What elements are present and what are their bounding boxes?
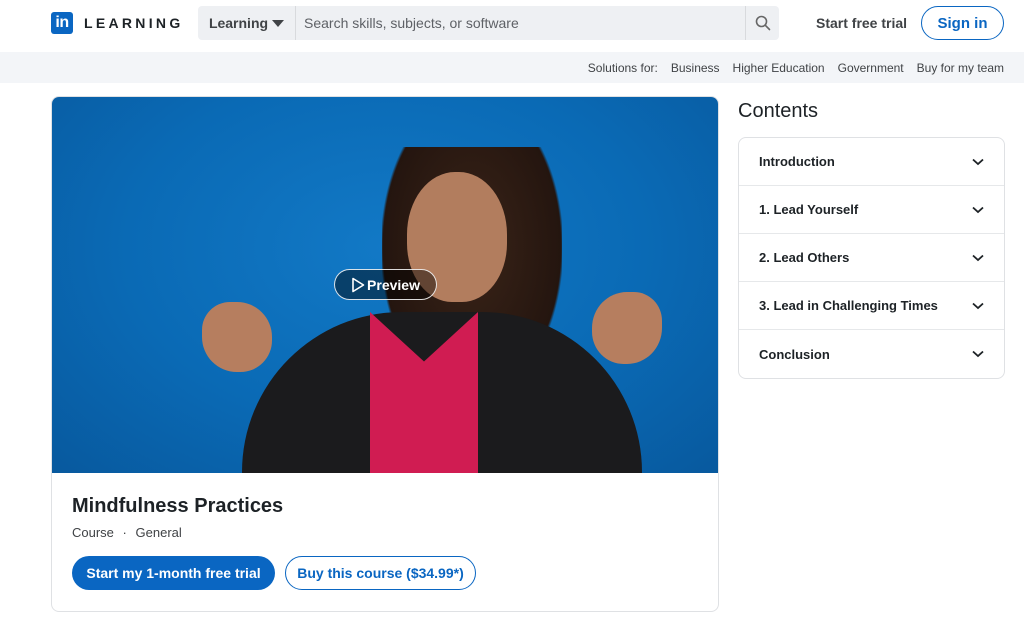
sign-in-button[interactable]: Sign in <box>921 6 1004 40</box>
instructor-left-hand <box>202 302 272 372</box>
toc-item-lead-in-challenging-times[interactable]: 3. Lead in Challenging Times <box>739 282 1004 330</box>
search-scope-label: Learning <box>208 15 269 31</box>
toc-item-introduction[interactable]: Introduction <box>739 138 1004 186</box>
logo-text: LEARNING <box>84 15 184 31</box>
solutions-link-business[interactable]: Business <box>671 61 720 75</box>
course-category: General <box>135 525 182 540</box>
start-free-trial-button[interactable]: Start my 1-month free trial <box>72 556 275 590</box>
start-free-trial-link[interactable]: Start free trial <box>816 15 907 31</box>
search-icon <box>755 15 770 31</box>
solutions-link-government[interactable]: Government <box>838 61 904 75</box>
course-type: Course <box>72 525 114 540</box>
chevron-down-icon <box>972 158 984 165</box>
linkedin-learning-logo[interactable]: in LEARNING <box>51 12 184 34</box>
course-meta: Course · General <box>72 525 698 540</box>
solutions-link-higher-education[interactable]: Higher Education <box>733 61 825 75</box>
toc-item-lead-others[interactable]: 2. Lead Others <box>739 234 1004 282</box>
instructor-right-hand <box>592 292 662 364</box>
toc-item-label: 2. Lead Others <box>759 250 850 265</box>
contents-list: Introduction 1. Lead Yourself 2. Lead Ot… <box>738 137 1005 379</box>
chevron-down-icon <box>972 254 984 261</box>
contents-heading: Contents <box>738 100 819 122</box>
linkedin-logo-icon: in <box>51 12 73 34</box>
course-info: Mindfulness Practices Course · General S… <box>52 473 718 611</box>
meta-separator: · <box>122 525 127 540</box>
course-card: Preview Mindfulness Practices Course · G… <box>51 96 719 612</box>
solutions-link-buy-for-team[interactable]: Buy for my team <box>917 61 1004 75</box>
solutions-bar: Solutions for: Business Higher Education… <box>0 52 1024 83</box>
toc-item-conclusion[interactable]: Conclusion <box>739 330 1004 378</box>
toc-item-label: 3. Lead in Challenging Times <box>759 298 938 313</box>
chevron-down-icon <box>972 206 984 213</box>
course-actions: Start my 1-month free trial Buy this cou… <box>72 556 698 590</box>
solutions-nav: Solutions for: Business Higher Education… <box>588 52 1004 83</box>
top-navigation: in LEARNING Learning Start free trial Si… <box>0 0 1024 52</box>
chevron-down-icon <box>972 302 984 309</box>
solutions-label: Solutions for: <box>587 60 658 75</box>
play-icon <box>352 277 365 292</box>
search-input[interactable] <box>296 6 745 40</box>
toc-item-lead-yourself[interactable]: 1. Lead Yourself <box>739 186 1004 234</box>
search-button[interactable] <box>745 6 779 40</box>
course-title: Mindfulness Practices <box>72 495 284 517</box>
toc-item-label: 1. Lead Yourself <box>759 202 859 217</box>
search-bar: Learning <box>198 6 779 40</box>
toc-item-label: Introduction <box>759 154 835 169</box>
buy-course-button[interactable]: Buy this course ($34.99*) <box>285 556 476 590</box>
caret-down-icon <box>272 19 285 27</box>
preview-button[interactable]: Preview <box>334 269 437 300</box>
course-preview-image[interactable]: Preview <box>52 97 718 473</box>
toc-item-label: Conclusion <box>759 346 830 362</box>
chevron-down-icon <box>972 350 984 358</box>
search-scope-dropdown[interactable]: Learning <box>198 6 296 40</box>
preview-label: Preview <box>367 276 420 293</box>
